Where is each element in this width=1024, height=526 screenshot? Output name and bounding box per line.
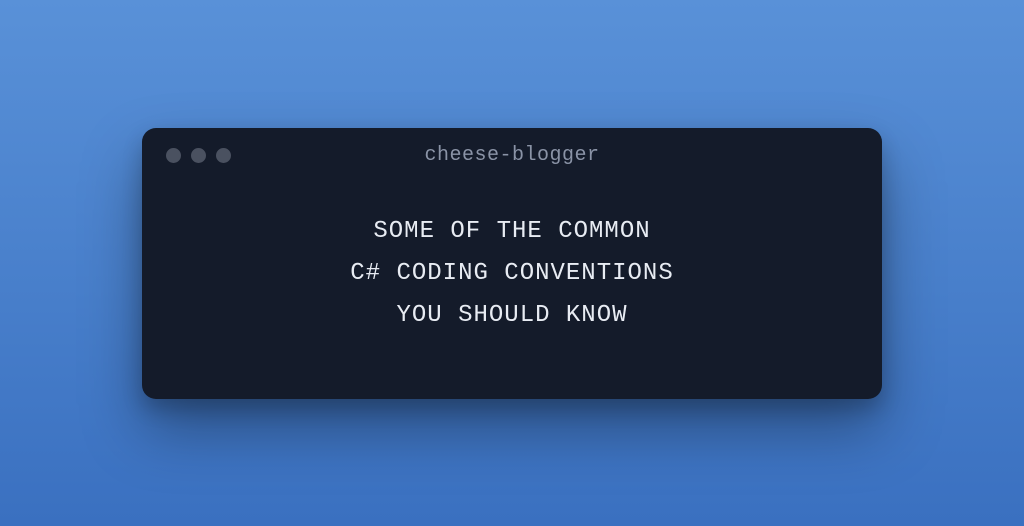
close-icon[interactable] (166, 148, 181, 163)
app-window: cheese-blogger SOME OF THE COMMON C# COD… (142, 128, 882, 399)
headline-line-1: SOME OF THE COMMON (172, 211, 852, 253)
minimize-icon[interactable] (191, 148, 206, 163)
headline-line-2: C# CODING CONVENTIONS (172, 253, 852, 295)
headline-line-3: YOU SHOULD KNOW (172, 295, 852, 337)
traffic-lights (166, 148, 231, 163)
titlebar: cheese-blogger (142, 128, 882, 171)
window-title: cheese-blogger (142, 144, 882, 167)
maximize-icon[interactable] (216, 148, 231, 163)
content-area: SOME OF THE COMMON C# CODING CONVENTIONS… (142, 171, 882, 357)
